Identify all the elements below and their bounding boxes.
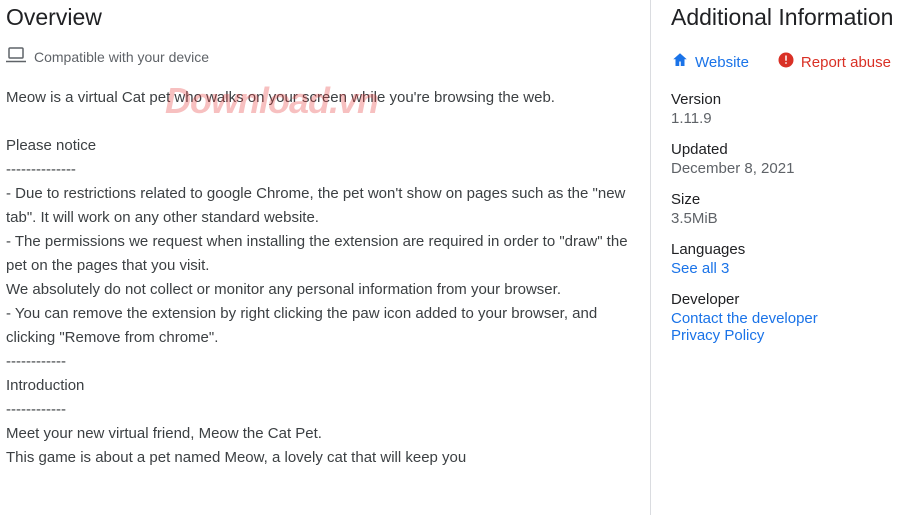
version-label: Version — [671, 91, 907, 108]
size-value: 3.5MiB — [671, 210, 907, 227]
developer-label: Developer — [671, 291, 907, 308]
version-section: Version 1.11.9 — [671, 91, 907, 127]
size-section: Size 3.5MiB — [671, 191, 907, 227]
updated-label: Updated — [671, 141, 907, 158]
languages-section: Languages See all 3 — [671, 241, 907, 277]
size-label: Size — [671, 191, 907, 208]
languages-label: Languages — [671, 241, 907, 258]
contact-developer-link[interactable]: Contact the developer — [671, 310, 818, 327]
updated-section: Updated December 8, 2021 — [671, 141, 907, 177]
overview-description: Meow is a virtual Cat pet who walks on y… — [6, 86, 632, 470]
website-link[interactable]: Website — [671, 51, 749, 73]
compatibility-row: Compatible with your device — [6, 47, 632, 66]
home-icon — [671, 51, 695, 73]
see-all-languages-link[interactable]: See all 3 — [671, 260, 729, 277]
additional-info-title: Additional Information — [671, 4, 907, 31]
version-value: 1.11.9 — [671, 110, 907, 127]
updated-value: December 8, 2021 — [671, 160, 907, 177]
report-abuse-link[interactable]: Report abuse — [777, 51, 891, 73]
compatibility-text: Compatible with your device — [34, 49, 209, 65]
alert-icon — [777, 51, 801, 73]
privacy-policy-link[interactable]: Privacy Policy — [671, 327, 764, 344]
report-label: Report abuse — [801, 54, 891, 71]
developer-section: Developer Contact the developer Privacy … — [671, 291, 907, 344]
laptop-icon — [6, 47, 34, 66]
overview-title: Overview — [6, 4, 632, 31]
website-label: Website — [695, 54, 749, 71]
